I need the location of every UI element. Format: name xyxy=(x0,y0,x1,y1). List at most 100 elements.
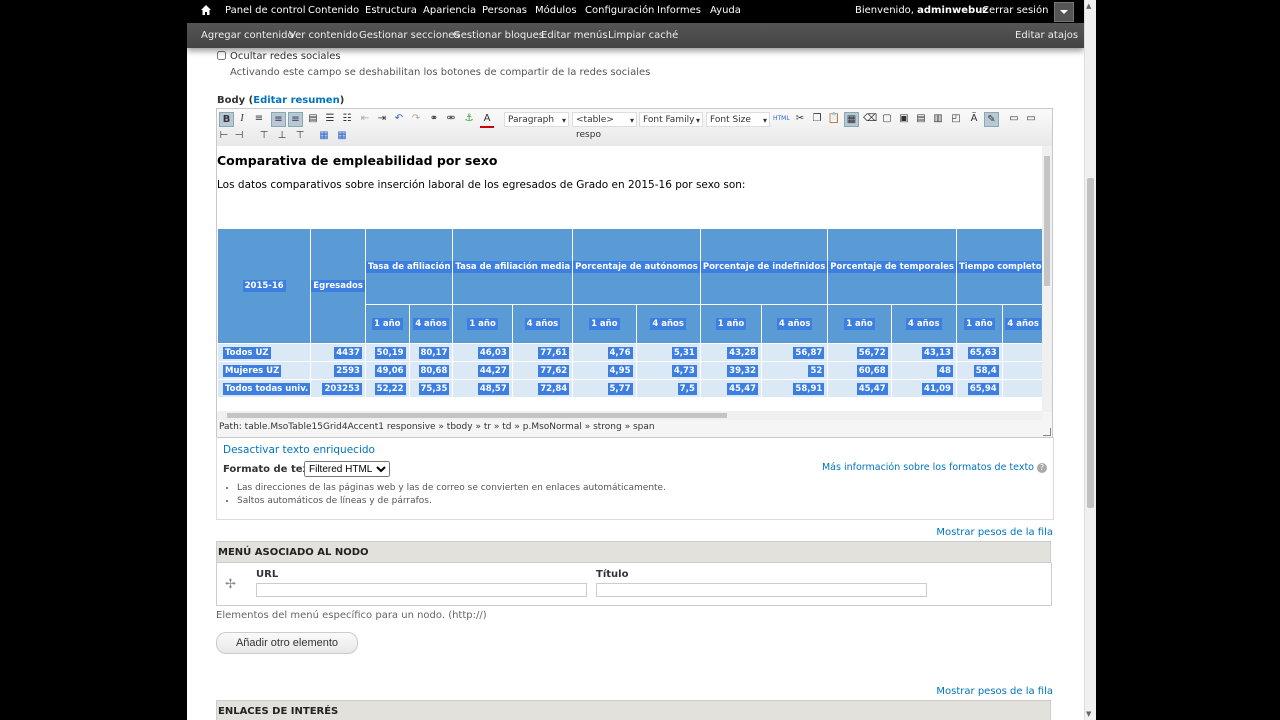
delete-col-icon[interactable]: ⊤ xyxy=(293,129,307,143)
header-group-5: Porcentaje de temporales xyxy=(827,228,957,305)
subheader: 1 año xyxy=(364,304,410,344)
drag-handle-icon[interactable]: ✢ xyxy=(225,577,236,592)
menu-informes[interactable]: Informes xyxy=(657,5,701,16)
editor-vertical-scrollbar[interactable] xyxy=(1042,146,1052,412)
show-row-weights-link[interactable]: Mostrar pesos de la fila xyxy=(936,527,1053,538)
edit-shortcuts-link[interactable]: Editar atajos xyxy=(1015,30,1078,41)
shortcut-limpiar-cache[interactable]: Limpiar caché xyxy=(608,30,678,41)
fullscreen-icon[interactable]: ▢ xyxy=(880,112,894,126)
paste-word-icon[interactable]: ▤ xyxy=(914,112,928,126)
home-icon[interactable] xyxy=(200,4,212,16)
menu-configuracion[interactable]: Configuración xyxy=(585,5,654,16)
menu-ayuda[interactable]: Ayuda xyxy=(710,5,741,16)
menu-modulos[interactable]: Módulos xyxy=(535,5,577,16)
unlink-icon[interactable]: ⚮ xyxy=(444,112,458,126)
copy-icon[interactable]: ❐ xyxy=(810,112,824,126)
cut-icon[interactable]: ✂ xyxy=(793,112,807,126)
table-cell: 44,27 xyxy=(452,361,513,380)
col-before-icon[interactable]: ⊤ xyxy=(257,129,271,143)
outdent-icon[interactable]: ⇤ xyxy=(358,112,372,126)
menu-panel-de-control[interactable]: Panel de control xyxy=(225,5,306,16)
media-icon[interactable]: ▥ xyxy=(931,112,945,126)
table-cell: 45,47 xyxy=(827,379,892,398)
menu-estructura[interactable]: Estructura xyxy=(365,5,417,16)
logout-link[interactable]: Cerrar sesión xyxy=(982,5,1048,16)
bold-icon[interactable]: B xyxy=(219,112,234,127)
numbered-list-icon[interactable]: ☷ xyxy=(340,112,354,126)
merge-cells-icon[interactable]: ⊣ xyxy=(232,129,246,143)
help-icon[interactable]: ? xyxy=(1037,463,1047,473)
editor-content-area[interactable]: Comparativa de empleabilidad por sexo Lo… xyxy=(217,146,1042,412)
anchor-icon[interactable]: ⚓ xyxy=(462,112,476,126)
add-item-button[interactable]: Añadir otro elemento xyxy=(216,632,358,654)
title-input[interactable] xyxy=(596,583,927,597)
shortcuts-toolbar: Agregar contenido Ver contenido Gestiona… xyxy=(187,23,1084,48)
bullet-list-icon[interactable]: ☰ xyxy=(323,112,337,126)
eraser-icon[interactable]: ⌫ xyxy=(863,112,877,126)
spellcheck-icon[interactable]: Ä xyxy=(967,112,981,126)
align-right-icon[interactable]: ≡ xyxy=(288,112,303,127)
admin-toolbar: Panel de control Contenido Estructura Ap… xyxy=(187,0,1084,23)
col-after-icon[interactable]: ⊥ xyxy=(275,129,289,143)
align-left-icon[interactable]: ≡ xyxy=(252,112,266,126)
link-icon[interactable]: ⚭ xyxy=(427,112,441,126)
paste-icon[interactable]: 📋 xyxy=(827,112,841,126)
font-size-select[interactable]: Font Size xyxy=(706,112,770,128)
shortcut-gestionar-bloques[interactable]: Gestionar bloques xyxy=(453,30,544,41)
toolbar-toggle-button[interactable] xyxy=(1054,2,1074,22)
indent-icon[interactable]: ⇥ xyxy=(375,112,389,126)
table-props-icon[interactable]: ▦ xyxy=(317,129,331,143)
shortcut-gestionar-secciones[interactable]: Gestionar secciones xyxy=(359,30,460,41)
page-scrollbar[interactable]: ▲ ▼ xyxy=(1084,0,1096,720)
text-format-select[interactable]: Filtered HTML xyxy=(304,461,390,477)
disable-rich-text-link[interactable]: Desactivar texto enriquecido xyxy=(223,444,375,456)
links-section-header: ENLACES DE INTERÉS xyxy=(216,700,1051,720)
show-row-weights-link-2[interactable]: Mostrar pesos de la fila xyxy=(936,686,1053,697)
table-cell xyxy=(1001,343,1042,362)
scroll-down-icon[interactable]: ▼ xyxy=(1086,710,1091,718)
delete-row-icon[interactable]: ▭ xyxy=(1024,112,1038,126)
table-class-select[interactable]: <table> respo xyxy=(572,112,637,140)
edit-summary-link[interactable]: Editar resumen xyxy=(253,95,339,106)
cell-props-icon[interactable]: ▦ xyxy=(335,129,349,143)
shortcut-agregar-contenido[interactable]: Agregar contenido xyxy=(201,30,294,41)
menu-description: Elementos del menú específico para un no… xyxy=(216,610,487,621)
shortcut-editar-menus[interactable]: Editar menús xyxy=(541,30,608,41)
table-cell: 50,19 xyxy=(364,343,410,362)
format-more-info-link[interactable]: Más información sobre los formatos de te… xyxy=(822,462,1034,473)
text-color-icon[interactable]: A xyxy=(480,112,494,128)
format-select[interactable]: Paragraph xyxy=(504,112,569,128)
menu-apariencia[interactable]: Apariencia xyxy=(423,5,476,16)
header-group-1: Tasa de afiliación xyxy=(364,228,454,305)
table-cell: 203253 xyxy=(310,379,366,398)
menu-personas[interactable]: Personas xyxy=(482,5,527,16)
subheader: 4 años xyxy=(635,304,701,344)
resize-handle-icon[interactable] xyxy=(1043,428,1051,436)
scroll-up-icon[interactable]: ▲ xyxy=(1086,2,1091,10)
menu-contenido[interactable]: Contenido xyxy=(308,5,359,16)
special-char-icon[interactable]: ◰ xyxy=(949,112,963,126)
table-row: Todos todas univ. 203253 52,22 75,35 48,57 72… xyxy=(217,379,1042,398)
table-icon[interactable]: ▦ xyxy=(844,112,859,127)
insert-row-icon[interactable]: ▭ xyxy=(1007,112,1021,126)
align-justify-icon[interactable]: ▤ xyxy=(306,112,320,126)
font-family-select[interactable]: Font Family xyxy=(639,112,703,128)
italic-icon[interactable]: I xyxy=(235,112,249,126)
table-cell: 65,63 xyxy=(955,343,1003,362)
table-cell: 77,62 xyxy=(511,361,574,380)
header-year: 2015-16 xyxy=(217,228,312,344)
redo-icon[interactable]: ↷ xyxy=(409,112,423,126)
editor-horizontal-scrollbar[interactable] xyxy=(217,411,1042,420)
table-cell: 49,06 xyxy=(364,361,410,380)
hide-social-checkbox[interactable] xyxy=(217,51,226,60)
page-scrollbar-thumb[interactable] xyxy=(1087,178,1094,508)
shortcut-ver-contenido[interactable]: Ver contenido xyxy=(289,30,358,41)
visual-aid-icon[interactable]: ✎ xyxy=(984,112,999,127)
align-center-icon[interactable]: ≡ xyxy=(271,112,286,127)
html-source-icon[interactable]: HTML xyxy=(773,112,790,126)
url-input[interactable] xyxy=(256,583,587,597)
undo-icon[interactable]: ↶ xyxy=(392,112,406,126)
split-cells-icon[interactable]: ⊢ xyxy=(217,129,231,143)
subheader: 1 año xyxy=(955,304,1003,344)
image-icon[interactable]: ▣ xyxy=(897,112,911,126)
